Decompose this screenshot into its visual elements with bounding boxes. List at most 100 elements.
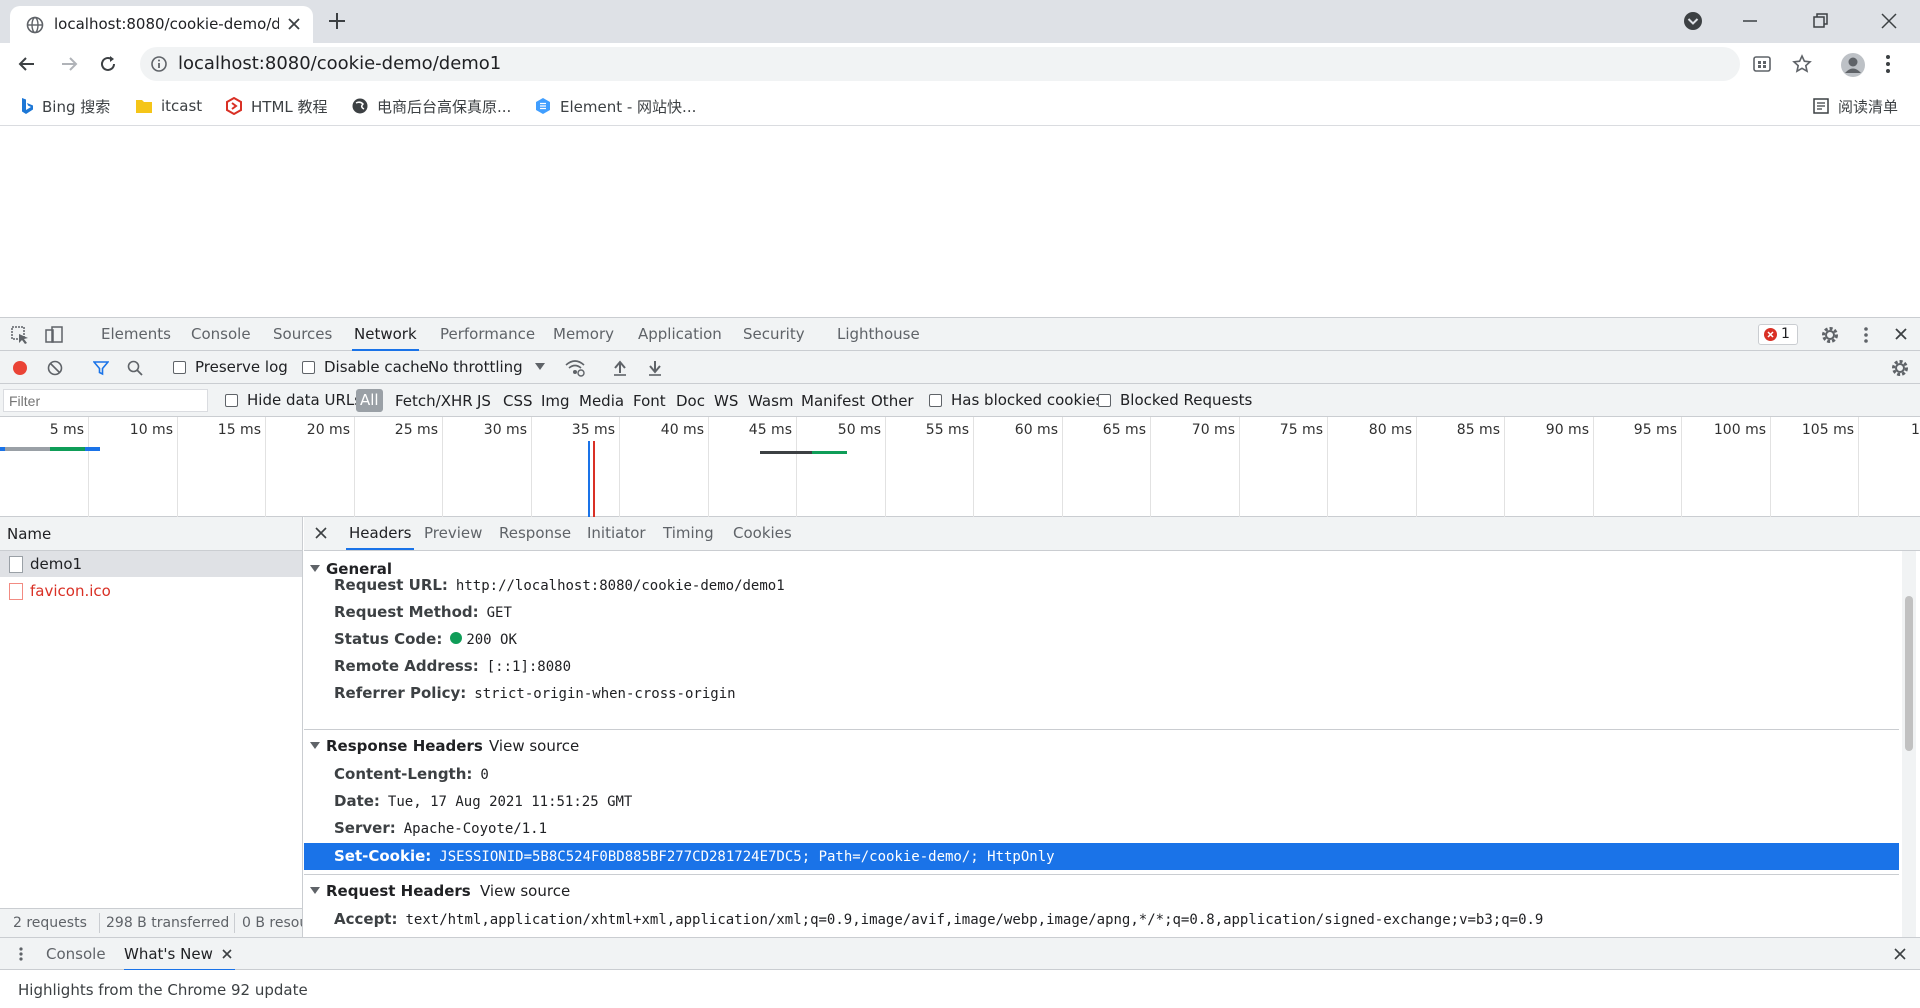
bookmark-html-tutorial[interactable]: HTML 教程 [225,95,328,117]
throttling-select[interactable]: No throttling [428,358,523,376]
tab-elements[interactable]: Elements [99,318,173,351]
filter-type-all[interactable]: All [356,389,383,412]
close-devtools-icon[interactable] [1893,326,1909,342]
network-summary-bar: 2 requests 298 B transferred 0 B resou [0,908,302,937]
detail-tab-headers[interactable]: Headers [346,517,415,550]
filter-type-manifest[interactable]: Manifest [801,392,865,410]
timeline-gridline [1593,417,1594,517]
tab-performance[interactable]: Performance [438,318,537,351]
name-column-header[interactable]: Name [0,517,302,551]
disable-cache-checkbox[interactable] [302,361,315,374]
drawer-tab-console[interactable]: Console [46,938,106,971]
has-blocked-cookies-checkbox[interactable] [929,394,942,407]
bookmark-itcast[interactable]: itcast [135,95,202,117]
header-value: Tue, 17 Aug 2021 11:51:25 GMT [387,794,633,810]
bookmark-star-icon[interactable] [1792,54,1812,74]
filter-type-media[interactable]: Media [579,392,624,410]
timeline-gridline [1062,417,1063,517]
filter-type-font[interactable]: Font [633,392,666,410]
filter-type-img[interactable]: Img [541,392,570,410]
record-icon[interactable] [12,360,28,376]
request-row-demo1[interactable]: demo1 [0,551,302,577]
header-row-accept: Accept: text/html,application/xhtml+xml,a… [334,906,1543,933]
filter-type-ws[interactable]: WS [714,392,738,410]
detail-tab-timing[interactable]: Timing [663,517,714,550]
scrollbar-thumb[interactable] [1905,596,1913,751]
tab-search-icon[interactable] [1680,8,1706,34]
error-count-badge[interactable]: 1 [1758,324,1798,345]
minimize-icon[interactable] [1737,8,1763,34]
tab-network[interactable]: Network [352,318,419,351]
response-view-source-link[interactable]: View source [489,737,579,755]
timeline-gridline [973,417,974,517]
timeline-tick-label: 65 ms [1102,422,1146,438]
drawer-tab-whats-new[interactable]: What's New [124,938,235,971]
close-drawer-icon[interactable] [1893,947,1907,961]
close-detail-icon[interactable] [314,526,328,540]
detail-tab-response[interactable]: Response [499,517,571,550]
bookmark-label: Bing 搜索 [42,97,111,116]
preserve-log-checkbox[interactable] [173,361,186,374]
chrome-menu-icon[interactable] [1884,53,1892,75]
search-icon[interactable] [127,360,143,376]
tab-lighthouse[interactable]: Lighthouse [835,318,922,351]
restore-icon[interactable] [1807,8,1833,34]
close-tab-icon[interactable] [285,15,303,33]
detail-tab-preview[interactable]: Preview [424,517,482,550]
tab-console[interactable]: Console [189,318,253,351]
network-conditions-icon[interactable] [565,359,585,377]
inspect-element-icon[interactable] [10,325,30,345]
back-icon[interactable] [16,53,38,75]
filter-type-other[interactable]: Other [871,392,914,410]
url-text[interactable]: localhost:8080/cookie-demo/demo1 [178,53,501,74]
network-overview-timeline[interactable]: 5 ms 10 ms 15 ms 20 ms 25 ms 30 ms 35 ms 40 ms 4… [0,417,1920,517]
tab-title: localhost:8080/cookie-demo/demo1 [54,15,279,33]
blocked-requests-checkbox[interactable] [1098,394,1111,407]
bookmark-ecommerce[interactable]: 电商后台高保真原... [351,95,511,117]
install-app-icon[interactable] [1752,54,1772,74]
drawer-menu-icon[interactable] [18,946,24,962]
request-view-source-link[interactable]: View source [480,882,570,900]
filter-input[interactable] [3,389,208,412]
tab-sources[interactable]: Sources [271,318,334,351]
request-row-favicon[interactable]: favicon.ico [0,578,302,604]
new-tab-icon[interactable] [326,10,348,32]
export-har-icon[interactable] [647,359,663,377]
detail-scrollbar[interactable] [1902,551,1916,937]
reading-list-button[interactable]: 阅读清单 [1812,95,1898,117]
bookmark-bing[interactable]: Bing 搜索 [20,95,110,117]
hide-data-urls-checkbox[interactable] [225,394,238,407]
request-headers-section-header[interactable]: Request Headers [310,882,471,900]
browser-tab[interactable]: localhost:8080/cookie-demo/demo1 [10,6,313,43]
header-row-set-cookie[interactable]: Set-Cookie: JSESSIONID=5B8C524F0BD885BF27… [304,843,1899,870]
close-tab-icon[interactable] [221,948,233,960]
devtools-menu-icon[interactable] [1862,325,1870,345]
profile-avatar[interactable] [1840,52,1866,78]
detail-tab-initiator[interactable]: Initiator [587,517,646,550]
chevron-down-icon[interactable] [535,363,545,371]
tab-security[interactable]: Security [741,318,807,351]
filter-type-fetch-xhr[interactable]: Fetch/XHR [395,392,473,410]
tab-memory[interactable]: Memory [551,318,616,351]
response-headers-section-header[interactable]: Response Headers [310,737,483,755]
filter-type-js[interactable]: JS [477,392,491,410]
header-key: Request URL: [334,576,448,594]
filter-type-wasm[interactable]: Wasm [748,392,794,410]
network-settings-gear-icon[interactable] [1890,358,1910,378]
close-window-icon[interactable] [1876,8,1902,34]
filter-type-doc[interactable]: Doc [676,392,705,410]
bookmark-element[interactable]: Element - 网站快... [534,95,696,117]
site-info-icon[interactable] [150,55,168,73]
header-row-content-length: Content-Length: 0 [334,761,489,788]
settings-gear-icon[interactable] [1820,325,1840,345]
tab-application[interactable]: Application [636,318,724,351]
filter-type-css[interactable]: CSS [503,392,533,410]
forward-icon[interactable] [58,53,80,75]
device-toolbar-icon[interactable] [44,325,64,345]
detail-tab-cookies[interactable]: Cookies [733,517,792,550]
clear-icon[interactable] [47,360,63,376]
reload-icon[interactable] [97,53,119,75]
filter-icon[interactable] [93,360,109,376]
error-icon [1764,328,1777,341]
import-har-icon[interactable] [612,359,628,377]
